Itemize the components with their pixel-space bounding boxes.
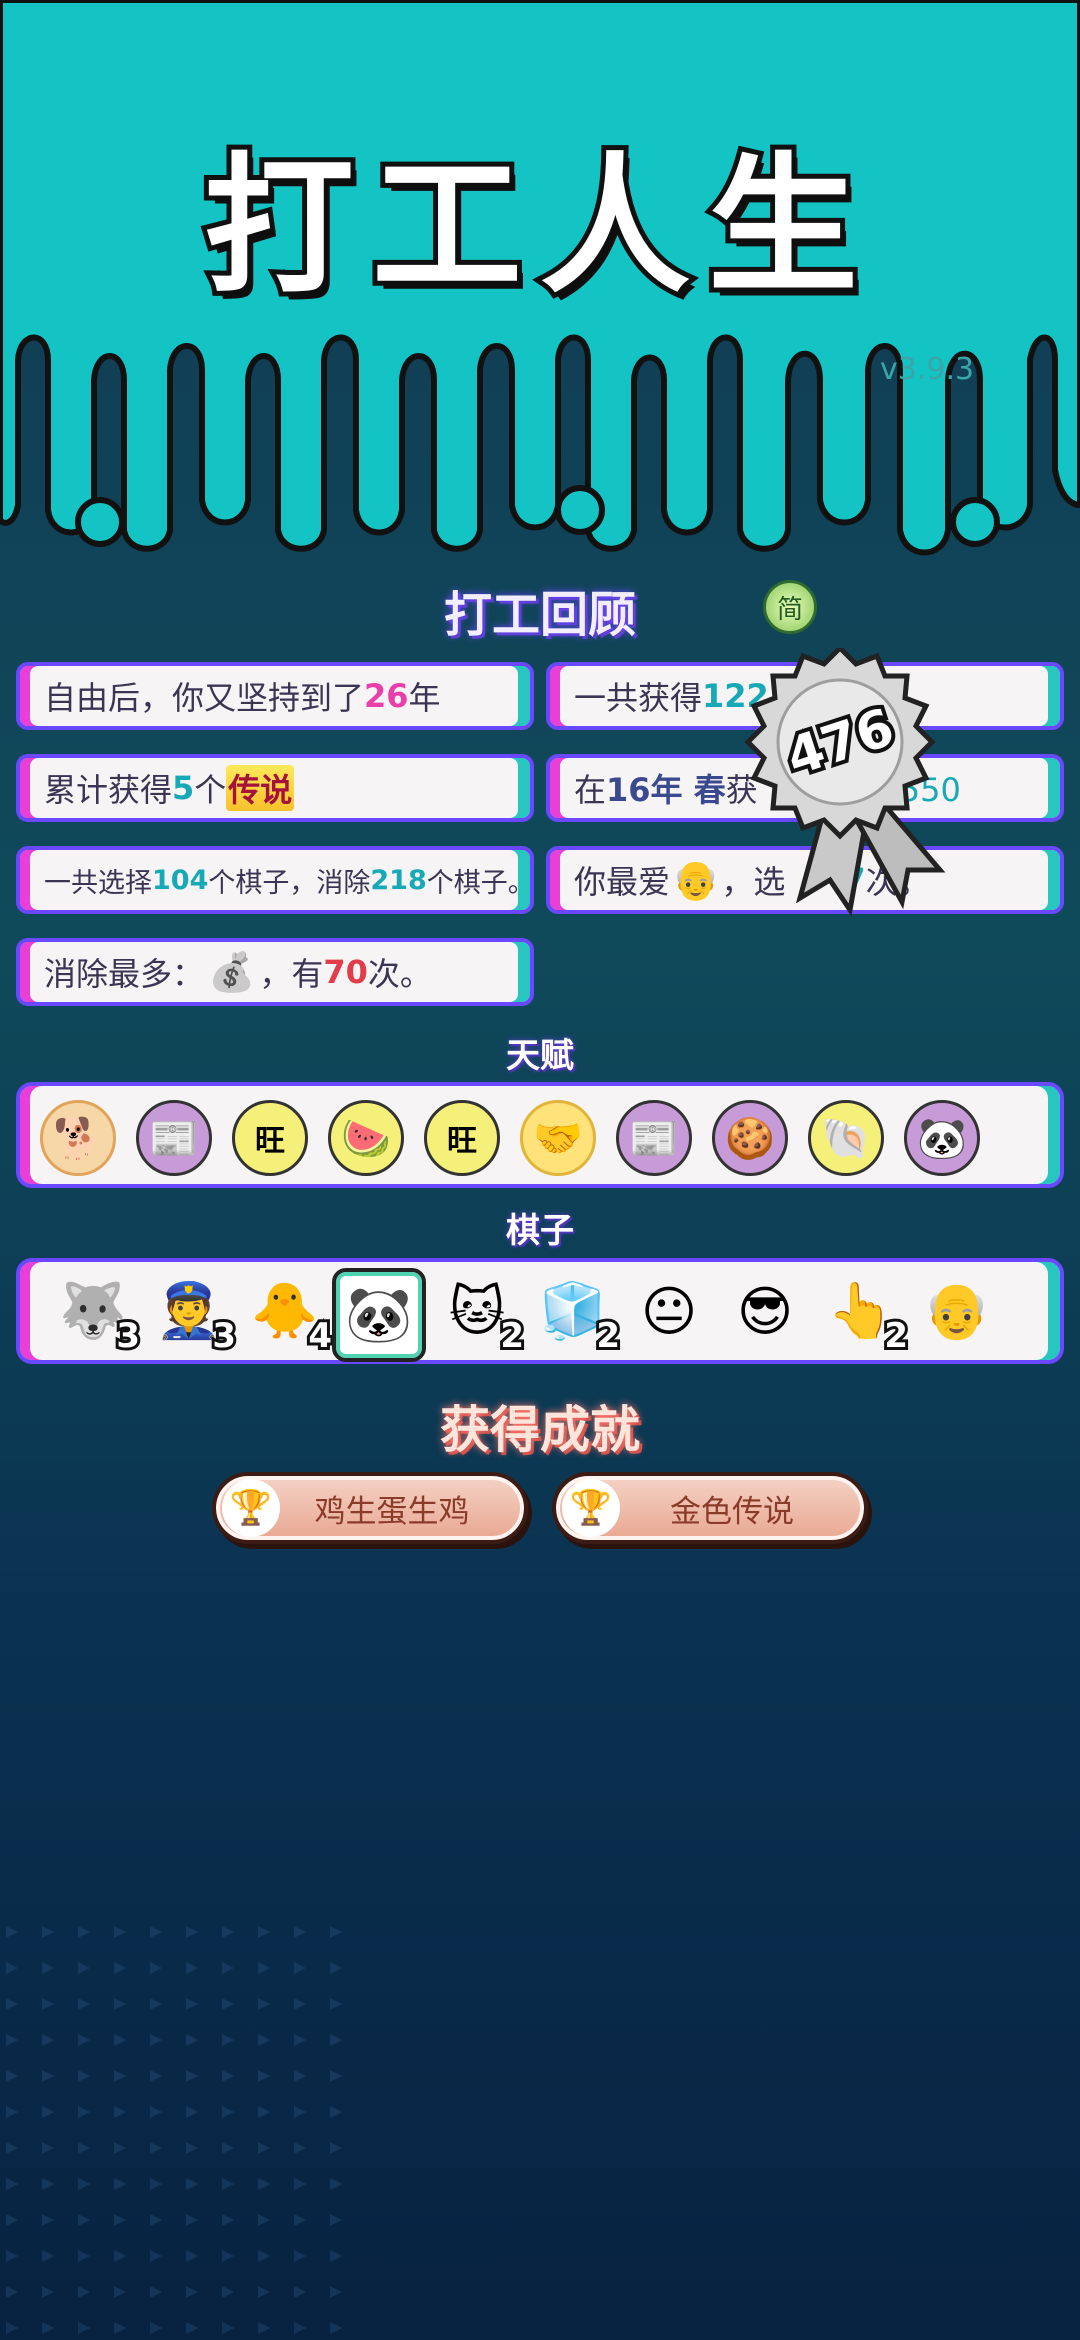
pieces-strip: 🐺 3 👮 3 🐥 4 🐼 🐱 2 🧊 2 😐 😎 👆 2 👴 (16, 1258, 1064, 1364)
talent-time-magazine-icon[interactable]: 📰 (616, 1100, 692, 1176)
piece-old-man-icon[interactable]: 👴 (914, 1268, 1000, 1354)
piece-glyph: 👴 (923, 1279, 991, 1342)
talent-glyph: 🤝 (533, 1115, 583, 1162)
decorative-dots (0, 1920, 360, 2340)
recap-years-card: 自由后，你又坚持到了 26 年 (16, 662, 534, 730)
simplified-label: 简 (776, 594, 803, 625)
silver-rosette-badge: 476 (744, 648, 946, 917)
talent-panda-icon[interactable]: 🐼 (904, 1100, 980, 1176)
talent-glyph: 🍉 (341, 1115, 391, 1162)
piece-sunglasses-man-icon[interactable]: 😎 (722, 1268, 808, 1354)
piece-police-icon[interactable]: 👮 3 (146, 1268, 239, 1359)
recap-title: 打工回顾 (443, 587, 636, 643)
recap-legend-card: 累计获得 5 个传说 (16, 754, 534, 822)
piece-chick-icon[interactable]: 🐥 4 (242, 1268, 335, 1359)
recap-cleared-pre: 消除最多： (44, 955, 205, 993)
recap-pieces-post: 个棋子。 (426, 867, 534, 899)
recap-pieces-pre: 一共选择 (44, 867, 152, 899)
version-label: v3.9.3 (880, 352, 975, 387)
piece-glyph: 😐 (640, 1279, 698, 1343)
money-bag-icon: 💰 (208, 949, 256, 994)
recap-earnings-pre: 一共获得 (574, 679, 703, 717)
piece-count: 3 (113, 1313, 143, 1359)
talent-glyph: 🍪 (725, 1115, 775, 1162)
pieces-title: 棋子 (506, 1211, 574, 1251)
legend-tag: 传说 (226, 765, 295, 811)
achievement-label: 鸡生蛋生鸡 (314, 1493, 470, 1530)
piece-count: 2 (497, 1313, 527, 1359)
piece-cat-icon[interactable]: 🐱 2 (434, 1268, 527, 1360)
talent-glyph: 🐼 (917, 1115, 967, 1162)
recap-years-pre: 自由后，你又坚持到了 (44, 679, 365, 717)
recap-pieces-n1: 104 (152, 864, 209, 896)
talent-shiba-dog-icon[interactable]: 🐕 (40, 1100, 116, 1176)
piece-fridge-icon[interactable]: 🧊 2 (530, 1268, 623, 1359)
achievement-button-2[interactable]: 🏆 金色传说 (552, 1472, 868, 1544)
piece-count: 2 (881, 1313, 911, 1359)
talent-glyph: 🐚 (821, 1115, 871, 1162)
piece-husky-icon[interactable]: 🐺 3 (50, 1268, 143, 1359)
recap-cleared-post: 次。 (367, 955, 432, 993)
recap-pieces-card: 一共选择 104 个棋子，消除 218 个棋子。 (16, 846, 534, 914)
piece-panda-icon-selected[interactable]: 🐼 (332, 1268, 426, 1362)
talent-handshake-icon[interactable]: 🤝 (520, 1100, 596, 1176)
talent-fruit-bowl-icon[interactable]: 🍉 (328, 1100, 404, 1176)
talent-glyph: 旺 (255, 1124, 285, 1159)
achievements-title: 获得成就 (440, 1401, 640, 1459)
recap-most-cleared-card: 消除最多： 💰 ，有 70 次。 (16, 938, 534, 1006)
piece-count: 2 (593, 1313, 623, 1359)
achievement-button-1[interactable]: 🏆 鸡生蛋生鸡 (212, 1472, 528, 1544)
simplified-toggle-button[interactable]: 简 (763, 580, 817, 634)
recap-legend-mid: 个 (194, 771, 227, 809)
talent-cookie-icon[interactable]: 🍪 (712, 1100, 788, 1176)
old-man-icon: 👴 (672, 857, 720, 902)
talent-time-magazine-icon[interactable]: 📰 (136, 1100, 212, 1176)
talent-wang-tiles-icon[interactable]: 旺 (232, 1100, 308, 1176)
piece-glyph: 🐱 (448, 1279, 506, 1343)
recap-season-pre: 在 (574, 771, 607, 809)
talent-wang-tiles-icon[interactable]: 旺 (424, 1100, 500, 1176)
piece-pointing-hand-icon[interactable]: 👆 2 (818, 1268, 911, 1359)
piece-glyph: 😎 (736, 1279, 794, 1343)
piece-yellow-face-icon[interactable]: 😐 (626, 1268, 712, 1354)
talent-glyph: 📰 (149, 1115, 199, 1162)
piece-count: 4 (305, 1313, 335, 1359)
talents-title: 天赋 (506, 1036, 574, 1076)
talent-seashell-icon[interactable]: 🐚 (808, 1100, 884, 1176)
piece-count: 3 (209, 1313, 239, 1359)
trophy-icon: 🏆 (222, 1479, 280, 1537)
recap-cleared-num: 70 (323, 953, 368, 991)
achievement-label: 金色传说 (670, 1493, 794, 1530)
trophy-icon: 🏆 (562, 1479, 620, 1537)
recap-season-year: 16年 春 (606, 771, 726, 809)
talents-strip: 🐕 📰 旺 🍉 旺 🤝 📰 🍪 🐚 🐼 (16, 1082, 1064, 1188)
piece-glyph: 🐼 (345, 1283, 413, 1346)
recap-years-post: 年 (408, 679, 441, 717)
recap-years-num: 26 (364, 677, 409, 715)
recap-legend-num: 5 (172, 769, 195, 807)
recap-pieces-mid: 个棋子，消除 (208, 867, 371, 899)
recap-cleared-mid: ，有 (259, 955, 324, 993)
recap-fav-pre: 你最爱 (574, 863, 671, 901)
talent-glyph: 旺 (447, 1124, 477, 1159)
app-title: 打工人生 (199, 135, 876, 319)
talent-glyph: 📰 (629, 1115, 679, 1162)
talent-glyph: 🐕 (53, 1115, 103, 1162)
recap-legend-pre: 累计获得 (44, 771, 173, 809)
recap-pieces-n2: 218 (370, 864, 427, 896)
